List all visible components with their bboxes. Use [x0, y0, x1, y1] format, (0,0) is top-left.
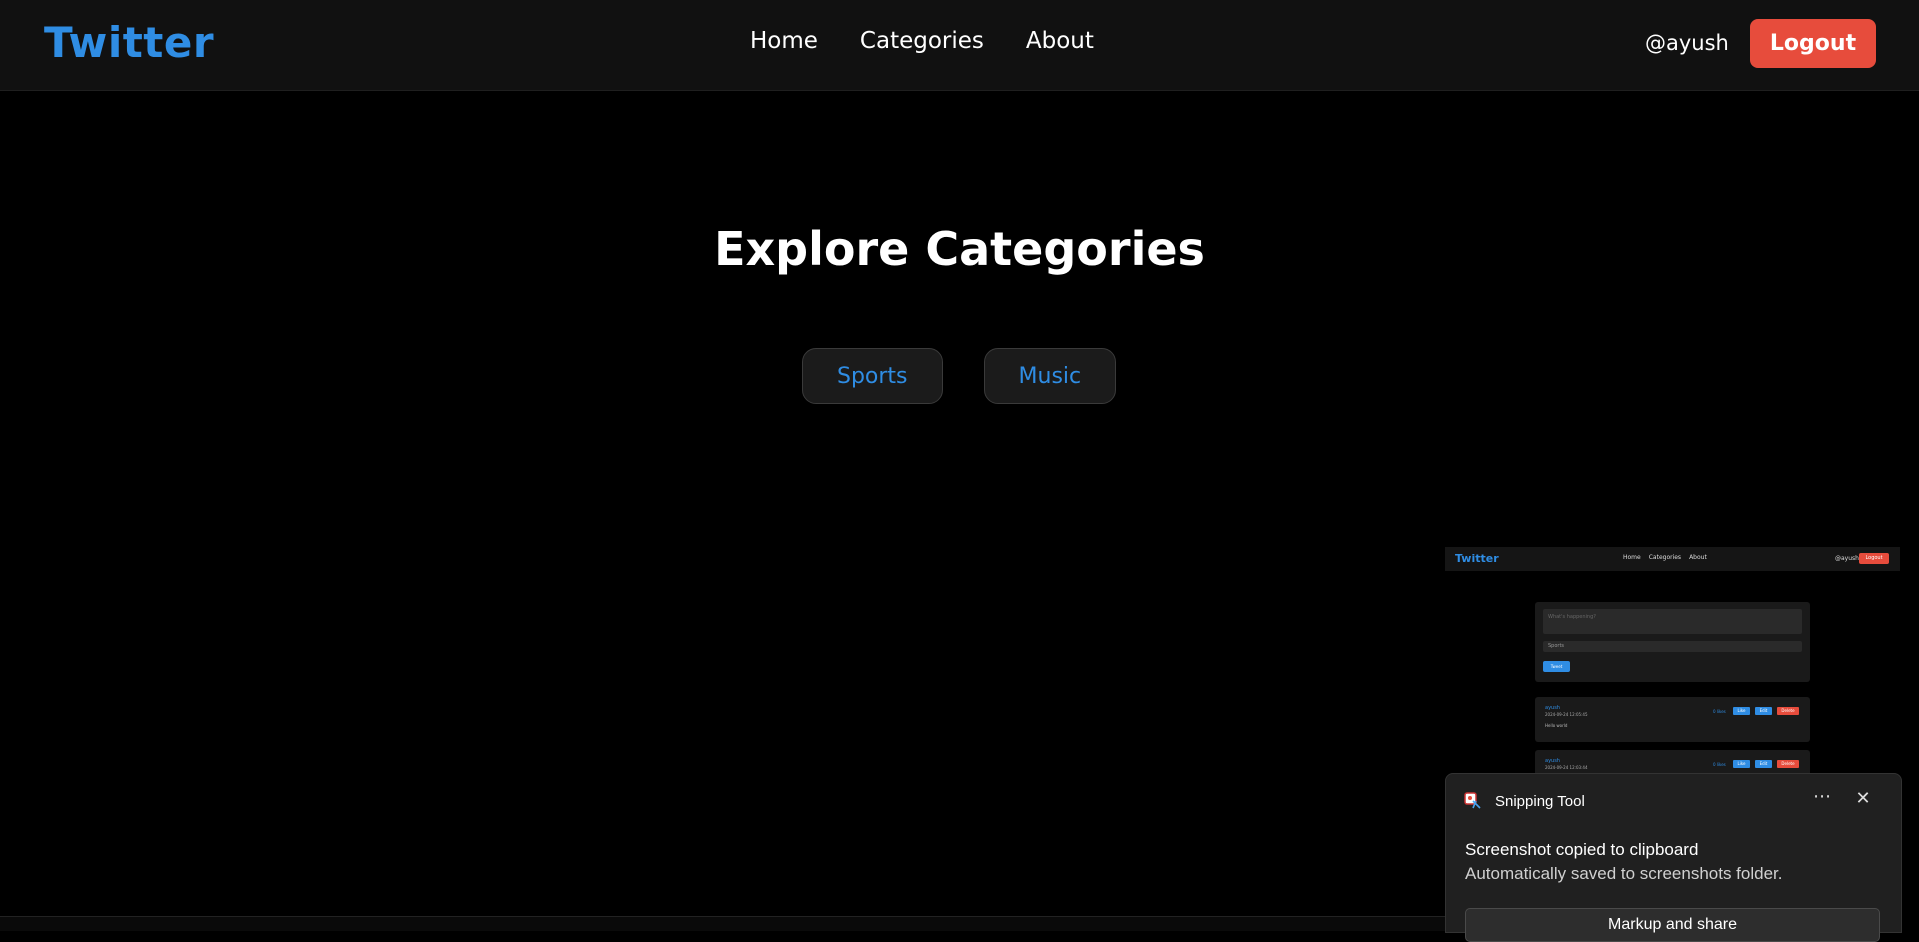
- thumbnail-navbar: Twitter Home Categories About @ayush Log…: [1445, 547, 1900, 571]
- page-bottom-edge: [0, 916, 1445, 931]
- thumbnail-nav-links: Home Categories About: [1623, 554, 1707, 561]
- nav-links: Home Categories About: [750, 28, 1094, 54]
- nav-link-home[interactable]: Home: [750, 28, 818, 54]
- thumbnail-compose-input: What's happening?: [1543, 609, 1802, 634]
- toast-title: Screenshot copied to clipboard: [1465, 840, 1699, 859]
- thumbnail-nav-categories: Categories: [1648, 554, 1682, 561]
- thumbnail-compose-card: What's happening? Sports Tweet: [1535, 602, 1810, 682]
- thumbnail-like-button: Like: [1733, 707, 1750, 715]
- thumbnail-post-card: ayush 2024-09-24 12:05:45 Hello world 0 …: [1535, 697, 1810, 742]
- category-sports-button[interactable]: Sports: [802, 348, 943, 404]
- thumbnail-post-time: 2024-09-24 12:03:44: [1545, 765, 1588, 770]
- thumbnail-post-button: Tweet: [1543, 661, 1570, 672]
- thumbnail-nav-home: Home: [1623, 554, 1641, 561]
- close-icon[interactable]: ✕: [1848, 784, 1878, 814]
- logout-button[interactable]: Logout: [1750, 19, 1876, 68]
- thumbnail-delete-button: Delete: [1777, 707, 1799, 715]
- thumbnail-delete-button: Delete: [1777, 760, 1799, 768]
- thumbnail-post-actions: 0 likes Like Edit Delete: [1713, 760, 1799, 768]
- thumbnail-post-author: ayush: [1545, 705, 1560, 711]
- thumbnail-post-text: Hello world: [1545, 723, 1568, 728]
- snipping-tool-notification[interactable]: Snipping Tool ⋯ ✕ Screenshot copied to c…: [1445, 773, 1902, 942]
- thumbnail-post-likes: 0 likes: [1713, 761, 1726, 767]
- thumbnail-edit-button: Edit: [1755, 707, 1772, 715]
- page-title: Explore Categories: [714, 222, 1205, 276]
- thumbnail-logout: Logout: [1859, 553, 1889, 564]
- thumbnail-category-select: Sports: [1543, 641, 1802, 652]
- thumbnail-like-button: Like: [1733, 760, 1750, 768]
- toast-app-name: Snipping Tool: [1495, 793, 1585, 810]
- thumbnail-post-likes: 0 likes: [1713, 708, 1726, 714]
- brand-logo[interactable]: Twitter: [44, 18, 214, 67]
- category-music-button[interactable]: Music: [983, 348, 1117, 404]
- thumbnail-username: @ayush: [1835, 555, 1859, 562]
- category-list: Sports Music: [802, 348, 1117, 404]
- markup-and-share-button[interactable]: Markup and share: [1465, 908, 1880, 942]
- snipping-tool-icon: [1464, 792, 1481, 809]
- username-label: @ayush: [1645, 31, 1729, 55]
- thumbnail-post-author: ayush: [1545, 758, 1560, 764]
- nav-link-categories[interactable]: Categories: [860, 28, 984, 54]
- thumbnail-edit-button: Edit: [1755, 760, 1772, 768]
- thumbnail-brand: Twitter: [1455, 552, 1499, 565]
- screenshot-thumbnail[interactable]: Twitter Home Categories About @ayush Log…: [1445, 547, 1900, 774]
- ellipsis-icon[interactable]: ⋯: [1807, 784, 1837, 814]
- thumbnail-post-time: 2024-09-24 12:05:45: [1545, 712, 1588, 717]
- navbar: Twitter Home Categories About @ayush Log…: [0, 0, 1919, 91]
- thumbnail-post-actions: 0 likes Like Edit Delete: [1713, 707, 1799, 715]
- thumbnail-post-card: ayush 2024-09-24 12:03:44 0 likes Like E…: [1535, 750, 1810, 774]
- thumbnail-nav-about: About: [1689, 554, 1707, 561]
- toast-body: Automatically saved to screenshots folde…: [1465, 864, 1783, 883]
- nav-link-about[interactable]: About: [1026, 28, 1094, 54]
